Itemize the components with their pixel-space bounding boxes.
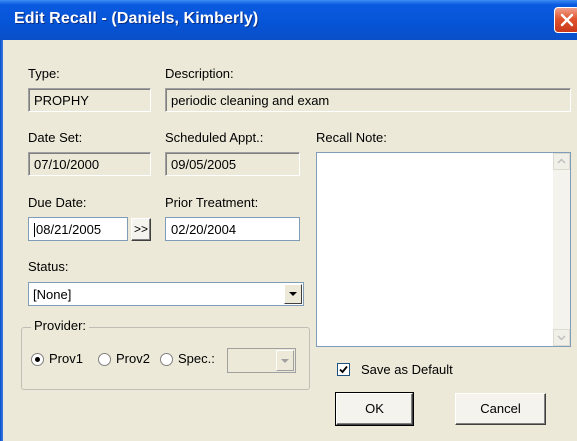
prior-treatment-input[interactable]: 02/20/2004 [165, 217, 300, 241]
radio-selected-dot [35, 357, 40, 362]
description-field: periodic cleaning and exam [165, 88, 571, 112]
type-label: Type: [28, 66, 60, 81]
description-label: Description: [165, 66, 234, 81]
scroll-down-button[interactable] [553, 329, 570, 346]
due-date-input[interactable]: 08/21/2005 [28, 217, 128, 241]
provider-group-label: Provider: [31, 318, 90, 333]
chevron-up-icon [557, 158, 566, 164]
radio-prov1-label[interactable]: Prov1 [49, 351, 83, 366]
type-field: PROPHY [28, 88, 151, 112]
close-icon [560, 13, 574, 27]
due-date-value: 08/21/2005 [36, 222, 102, 237]
advance-date-button[interactable]: >> [131, 218, 151, 241]
spec-select [227, 348, 296, 373]
status-value: [None] [33, 287, 72, 302]
radio-spec-label[interactable]: Spec.: [178, 351, 215, 366]
window-title: Edit Recall - (Daniels, Kimberly) [14, 10, 259, 27]
recall-note-scrollbar[interactable] [553, 153, 570, 346]
scroll-up-button[interactable] [553, 153, 570, 170]
scheduled-appt-label: Scheduled Appt.: [165, 130, 264, 145]
chevron-down-icon [557, 335, 566, 341]
close-button[interactable] [554, 7, 577, 33]
cancel-button[interactable]: Cancel [455, 393, 546, 425]
checkmark-icon [339, 365, 348, 374]
date-set-label: Date Set: [28, 130, 83, 145]
text-caret [34, 223, 35, 237]
save-default-label[interactable]: Save as Default [361, 362, 453, 377]
radio-prov1[interactable] [31, 353, 44, 366]
radio-prov2[interactable] [98, 353, 111, 366]
due-date-label: Due Date: [28, 195, 87, 210]
ok-button[interactable]: OK [335, 392, 414, 426]
chevron-down-icon [281, 359, 289, 363]
date-set-field: 07/10/2000 [28, 152, 151, 176]
window-frame [0, 40, 3, 441]
radio-prov2-label[interactable]: Prov2 [116, 351, 150, 366]
prior-treatment-label: Prior Treatment: [165, 195, 259, 210]
recall-note-textarea[interactable] [316, 152, 571, 347]
radio-spec[interactable] [160, 353, 173, 366]
status-label: Status: [28, 259, 69, 274]
status-select[interactable]: [None] [28, 282, 304, 306]
chevron-down-icon [289, 292, 297, 296]
status-dropdown-button[interactable] [284, 284, 302, 304]
scheduled-appt-field: 09/05/2005 [165, 152, 300, 176]
save-default-checkbox[interactable] [337, 363, 350, 376]
spec-dropdown-button [276, 350, 294, 371]
recall-note-label: Recall Note: [316, 130, 387, 145]
title-bar[interactable]: Edit Recall - (Daniels, Kimberly) [0, 0, 577, 40]
